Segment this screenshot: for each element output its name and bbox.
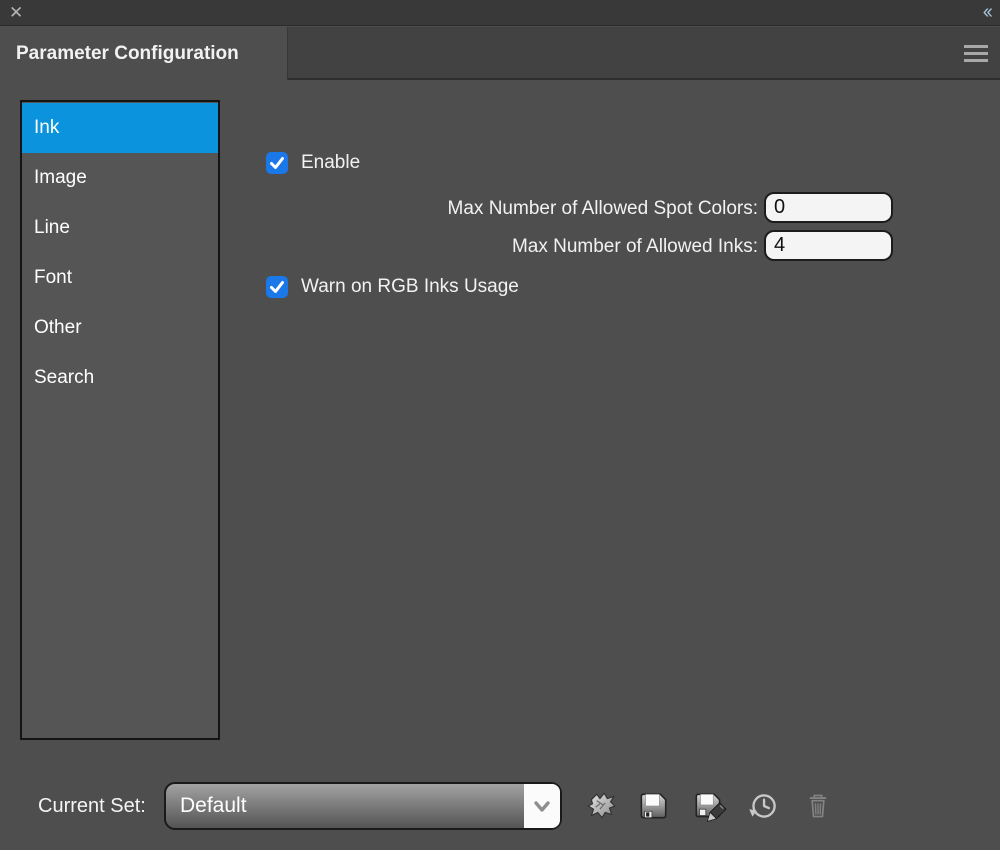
close-icon[interactable]: ✕ <box>9 2 23 24</box>
revert-set-button[interactable] <box>745 788 781 824</box>
save-set-button[interactable] <box>635 788 671 824</box>
dropdown-button[interactable] <box>524 784 560 828</box>
delete-set-button[interactable] <box>800 788 836 824</box>
spot-colors-input[interactable] <box>764 192 893 223</box>
tab-parameter-configuration[interactable]: Parameter Configuration <box>0 27 287 80</box>
enable-checkbox[interactable] <box>266 152 288 174</box>
save-as-floppy-pen-icon <box>691 788 727 824</box>
panel-titlebar: ✕ ‹‹ <box>0 0 1000 26</box>
current-set-dropdown[interactable]: Default <box>164 782 562 830</box>
current-set-label: Current Set: <box>38 795 146 818</box>
warn-rgb-row: Warn on RGB Inks Usage <box>266 276 519 298</box>
allowed-inks-label: Max Number of Allowed Inks: <box>300 236 758 258</box>
chevron-down-icon <box>529 793 555 819</box>
warn-rgb-checkbox[interactable] <box>266 276 288 298</box>
checkmark-icon <box>268 278 286 296</box>
sidebar-item-search[interactable]: Search <box>22 353 218 403</box>
panel-menu-icon[interactable] <box>964 45 988 62</box>
warn-rgb-label: Warn on RGB Inks Usage <box>301 276 519 298</box>
trash-can-icon <box>800 788 836 824</box>
tab-bar: Parameter Configuration <box>0 27 1000 80</box>
enable-row: Enable <box>266 152 360 174</box>
checkmark-icon <box>268 154 286 172</box>
sidebar-item-other[interactable]: Other <box>22 303 218 353</box>
crumpled-paper-icon <box>583 788 619 824</box>
new-set-button[interactable] <box>583 788 619 824</box>
parameter-configuration-panel: { "window": { "title_tab": "Parameter Co… <box>0 0 1000 850</box>
sidebar-item-font[interactable]: Font <box>22 253 218 303</box>
sidebar-item-ink[interactable]: Ink <box>22 103 218 153</box>
tab-bar-empty-area <box>287 27 1000 80</box>
allowed-inks-input[interactable] <box>764 230 893 261</box>
sidebar-item-line[interactable]: Line <box>22 203 218 253</box>
collapse-panel-icon[interactable]: ‹‹ <box>983 0 990 24</box>
sidebar-item-image[interactable]: Image <box>22 153 218 203</box>
save-set-as-button[interactable] <box>691 788 727 824</box>
category-list: Ink Image Line Font Other Search <box>20 100 220 740</box>
current-set-value: Default <box>166 784 560 828</box>
save-floppy-icon <box>635 788 671 824</box>
history-clock-icon <box>745 788 781 824</box>
enable-label: Enable <box>301 152 360 174</box>
spot-colors-label: Max Number of Allowed Spot Colors: <box>300 198 758 220</box>
